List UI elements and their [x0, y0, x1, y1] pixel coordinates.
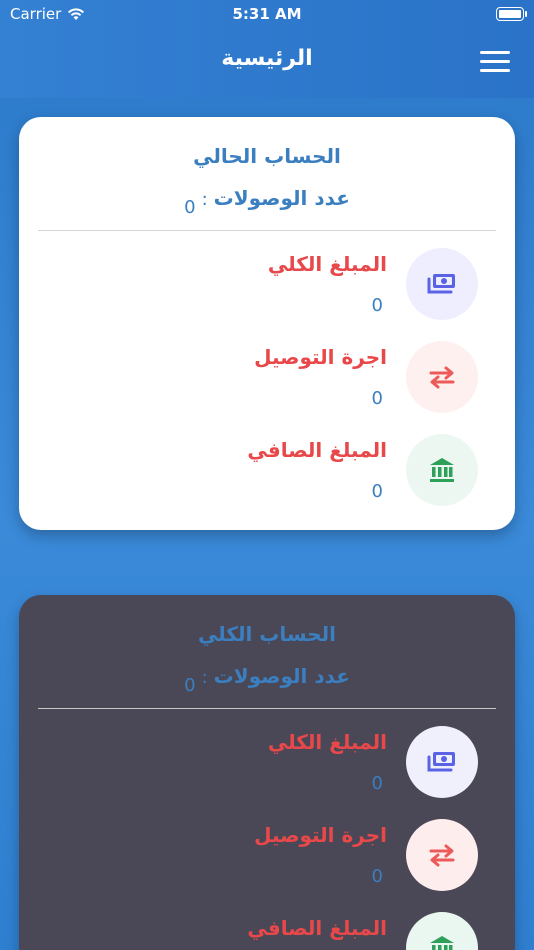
delivery-fee-label: اجرة التوصيل	[254, 345, 387, 369]
total-amount-label: المبلغ الكلي	[267, 252, 387, 276]
hamburger-menu-icon[interactable]	[480, 51, 510, 73]
header-bar: Carrier 5:31 AM الرئيسية	[0, 0, 534, 98]
battery-icon	[496, 7, 527, 21]
total-amount-value: 0	[371, 773, 383, 794]
receipts-count-row: عدد الوصولات:0	[19, 186, 515, 218]
divider	[38, 230, 496, 231]
net-amount-value: 0	[371, 481, 383, 502]
net-amount-row[interactable]: المبلغ الصافي 0	[19, 434, 515, 514]
net-amount-label: المبلغ الصافي	[247, 438, 387, 462]
delivery-fee-value: 0	[371, 388, 383, 409]
receipts-count-value: 0	[184, 675, 196, 696]
receipts-count-label: عدد الوصولات	[213, 664, 350, 688]
cash-icon	[406, 248, 478, 320]
bank-icon	[406, 434, 478, 506]
count-separator: :	[201, 189, 208, 210]
total-amount-row[interactable]: المبلغ الكلي 0	[19, 248, 515, 328]
card-title: الحساب الحالي	[193, 144, 341, 168]
divider	[38, 708, 496, 709]
delivery-fee-row[interactable]: اجرة التوصيل 0	[19, 341, 515, 421]
status-time: 5:31 AM	[232, 5, 302, 23]
receipts-count-value: 0	[184, 197, 196, 218]
count-separator: :	[201, 667, 208, 688]
receipts-count-label: عدد الوصولات	[213, 186, 350, 210]
delivery-fee-value: 0	[371, 866, 383, 887]
total-amount-row[interactable]: المبلغ الكلي 0	[19, 726, 515, 806]
status-bar: Carrier 5:31 AM	[0, 0, 534, 28]
transfer-arrows-icon	[406, 341, 478, 413]
total-amount-value: 0	[371, 295, 383, 316]
cash-icon	[406, 726, 478, 798]
current-account-card: الحساب الحالي عدد الوصولات:0 المبلغ الكل…	[19, 117, 515, 530]
page-title: الرئيسية	[221, 46, 313, 71]
net-amount-row[interactable]: المبلغ الصافي	[19, 912, 515, 950]
receipts-count-row: عدد الوصولات:0	[19, 664, 515, 696]
card-title: الحساب الكلي	[197, 622, 337, 646]
net-amount-label: المبلغ الصافي	[247, 916, 387, 940]
total-account-card: الحساب الكلي عدد الوصولات:0 المبلغ الكلي…	[19, 595, 515, 950]
delivery-fee-label: اجرة التوصيل	[254, 823, 387, 847]
bank-icon	[406, 912, 478, 950]
transfer-arrows-icon	[406, 819, 478, 891]
total-amount-label: المبلغ الكلي	[267, 730, 387, 754]
delivery-fee-row[interactable]: اجرة التوصيل 0	[19, 819, 515, 899]
